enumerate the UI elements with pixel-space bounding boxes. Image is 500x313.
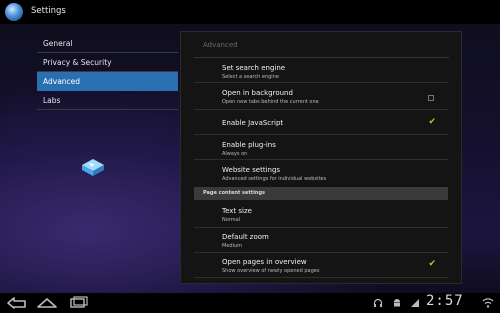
nav-item-privacy-security[interactable]: Privacy & Security: [37, 53, 178, 72]
setting-row-website-settings[interactable]: Website settings Advanced settings for i…: [194, 160, 448, 185]
clock[interactable]: 2:57: [426, 293, 464, 309]
advanced-settings-panel: Advanced Set search engine Select a sear…: [180, 31, 462, 284]
setting-subtitle: Normal: [222, 217, 241, 223]
section-header-page-content: Page content settings: [194, 187, 448, 200]
panel-title-divider: [194, 57, 449, 58]
setting-title: Open in background: [222, 89, 293, 97]
setting-subtitle: Medium: [222, 243, 242, 249]
setting-title: Enable JavaScript: [222, 119, 284, 127]
setting-row-default-zoom[interactable]: Default zoom Medium: [194, 228, 448, 253]
android-icon: [394, 299, 400, 307]
back-icon[interactable]: [5, 296, 29, 310]
setting-title: Text size: [222, 207, 252, 215]
setting-row-text-size[interactable]: Text size Normal: [194, 202, 448, 228]
setting-subtitle: Select a search engine: [222, 74, 279, 80]
section-header-label: Page content settings: [203, 190, 266, 196]
nav-item-labs[interactable]: Labs: [37, 91, 178, 110]
headphones-icon: [373, 298, 383, 307]
setting-row-enable-javascript[interactable]: Enable JavaScript ✔: [194, 110, 448, 135]
setting-subtitle: Advanced settings for individual website…: [222, 176, 327, 182]
setting-row-overview[interactable]: Open pages in overview Show overview of …: [194, 253, 448, 278]
browser-globe-icon[interactable]: [5, 3, 23, 21]
settings-nav: General Privacy & Security Advanced Labs: [37, 34, 178, 110]
panel-title: Advanced: [203, 41, 238, 49]
setting-title: Website settings: [222, 166, 281, 174]
overview-checked-icon[interactable]: ✔: [428, 260, 436, 269]
javascript-checked-icon[interactable]: ✔: [428, 118, 436, 127]
setting-row-plugins[interactable]: Enable plug-ins Always on: [194, 135, 448, 160]
signal-icon: [411, 299, 419, 307]
app-title: Settings: [31, 6, 66, 16]
setting-subtitle: Show overview of newly opened pages: [222, 268, 320, 274]
wallpaper-cube-icon: [82, 159, 104, 176]
setting-title: Set search engine: [222, 64, 286, 72]
setting-row-open-background[interactable]: Open in background Open new tabs behind …: [194, 83, 448, 110]
setting-subtitle: Always on: [222, 151, 248, 157]
setting-title: Open pages in overview: [222, 258, 307, 266]
setting-title: Enable plug-ins: [222, 141, 276, 149]
home-icon[interactable]: [35, 296, 59, 310]
title-bar: Settings: [0, 0, 500, 24]
system-bar: 2:57: [0, 293, 500, 313]
setting-subtitle: Open new tabs behind the current one: [222, 99, 319, 105]
setting-title: Default zoom: [222, 233, 269, 241]
recent-apps-icon[interactable]: [67, 296, 91, 310]
open-background-checkbox[interactable]: [428, 95, 434, 101]
nav-item-advanced[interactable]: Advanced: [37, 72, 178, 91]
nav-item-general[interactable]: General: [37, 34, 178, 53]
setting-row-search-engine[interactable]: Set search engine Select a search engine: [194, 60, 448, 83]
wifi-icon: [482, 298, 494, 308]
